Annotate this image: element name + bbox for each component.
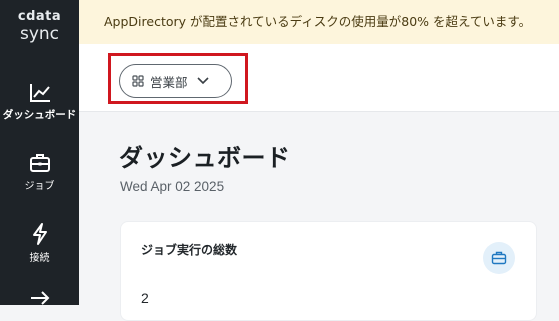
sidebar-item-dashboard[interactable]: ダッシュボード bbox=[0, 82, 79, 122]
app-logo[interactable]: cdata sync bbox=[0, 9, 79, 45]
banner-text: AppDirectory が配置されているディスクの使用量が80% を超えていま… bbox=[104, 14, 532, 29]
page-title: ダッシュボード bbox=[119, 144, 291, 172]
sidebar-item-more[interactable] bbox=[0, 288, 79, 308]
sidebar-item-connections[interactable]: 接続 bbox=[0, 222, 79, 264]
briefcase-icon bbox=[29, 154, 50, 172]
card-value: 2 bbox=[141, 290, 149, 306]
chart-line-icon bbox=[29, 84, 50, 102]
sidebar-item-label: ジョブ bbox=[24, 181, 55, 192]
page-date: Wed Apr 02 2025 bbox=[120, 179, 225, 194]
card-title: ジョブ実行の総数 bbox=[141, 243, 238, 257]
sidebar-item-label: ダッシュボード bbox=[2, 109, 77, 121]
disk-warning-banner: AppDirectory が配置されているディスクの使用量が80% を超えていま… bbox=[79, 0, 559, 44]
sidebar: cdata sync ダッシュボード ジョブ 接続 bbox=[0, 0, 79, 305]
briefcase-icon bbox=[491, 251, 507, 265]
grid-icon bbox=[132, 75, 144, 87]
logo-wordmark: cdata bbox=[17, 9, 62, 24]
logo-subtitle: sync bbox=[19, 24, 60, 44]
org-selector-label: 営業部 bbox=[150, 74, 188, 90]
chevron-down-icon bbox=[196, 77, 209, 85]
total-job-runs-card: ジョブ実行の総数 2 bbox=[120, 221, 537, 321]
org-selector[interactable]: 営業部 bbox=[119, 64, 232, 98]
sidebar-item-jobs[interactable]: ジョブ bbox=[0, 152, 79, 192]
card-icon-badge bbox=[483, 242, 515, 274]
arrow-right-icon bbox=[30, 291, 49, 305]
sidebar-item-label: 接続 bbox=[29, 253, 50, 264]
top-bar: 営業部 bbox=[79, 44, 559, 112]
plug-bolt-icon bbox=[32, 223, 47, 245]
